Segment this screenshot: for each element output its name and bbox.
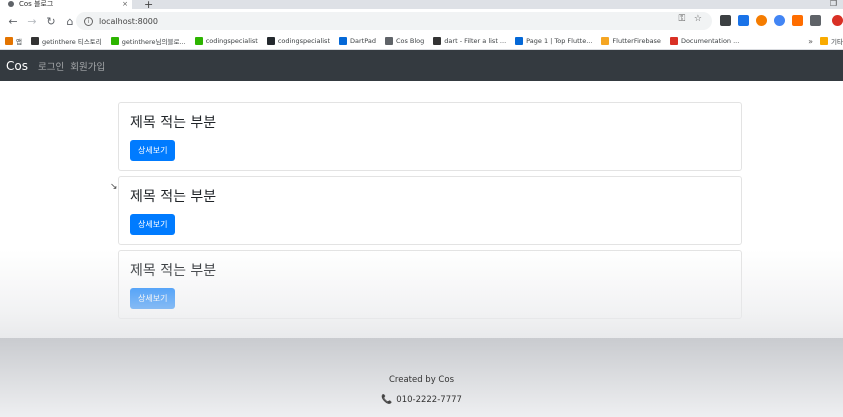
address-bar[interactable]: i localhost:8000 ⚿ ☆ [76,12,712,30]
bookmark-star-icon[interactable]: ☆ [694,14,702,24]
bookmark-item[interactable]: Documentation ... [669,37,740,45]
bookmark-item[interactable]: dart - Filter a list ... [433,37,506,45]
phone-icon: 📞 [381,395,393,405]
extension-icon[interactable] [792,15,803,26]
bookmark-label: 앱 [16,38,22,46]
bookmark-favicon-icon [515,37,524,45]
footer-credit: Created by Cos [388,375,455,385]
url-text[interactable]: localhost:8000 [99,17,158,26]
site-footer: Created by Cos 📞 010-2222-7777 [0,338,843,417]
bookmark-favicon-icon [433,37,442,45]
bookmark-item[interactable]: Cos Blog [384,37,425,45]
mouse-cursor-icon: ↘ [110,182,118,192]
detail-button[interactable]: 상세보기 [130,288,176,309]
bookmark-favicon-icon [194,37,203,45]
bookmark-label: DartPad [350,37,376,45]
bookmark-item[interactable]: codingspecialist [194,37,258,45]
bookmark-label: codingspecialist [277,37,330,45]
bookmark-item[interactable]: getinthere 티스토리 [30,36,102,46]
bookmark-label: getinthere 티스토리 [41,38,102,46]
forward-icon[interactable]: → [25,15,39,28]
bookmark-favicon-icon [110,37,119,45]
omnibox-actions: ⚿ ☆ [678,14,702,24]
nav-signup-link[interactable]: 회원가입 [70,59,105,73]
bookmark-item[interactable]: DartPad [339,37,376,45]
post-list: 제목 적는 부분 상세보기 제목 적는 부분 상세보기 제목 적는 부분 상세보… [118,102,742,324]
bookmarks-more-icon[interactable]: » [808,37,813,46]
other-bookmarks-label: 기타 [831,38,843,46]
info-icon[interactable]: i [84,16,93,26]
phone-number: 010-2222-7777 [396,395,462,405]
profile-avatar[interactable] [832,15,843,26]
post-card: 제목 적는 부분 상세보기 [118,250,742,319]
key-icon[interactable]: ⚿ [678,14,685,24]
bookmark-favicon-icon [30,37,39,45]
bookmark-favicon-icon [339,37,347,45]
detail-button[interactable]: 상세보기 [130,140,176,161]
extension-icon[interactable] [738,15,749,26]
site-navbar: Cos 로그인 회원가입 [0,50,843,81]
brand-logo[interactable]: Cos [6,59,28,73]
bookmark-label: Documentation ... [680,37,740,45]
browser-tabstrip: Cos 블로그 × + ❐ [0,0,843,11]
bookmark-item[interactable]: FlutterFirebase [601,37,661,45]
globe-icon [8,1,14,7]
detail-button[interactable]: 상세보기 [130,214,176,235]
post-title: 제목 적는 부분 [130,115,217,131]
other-bookmarks[interactable]: 기타 [820,36,843,46]
bookmark-label: FlutterFirebase [612,37,661,45]
bookmark-item[interactable]: 앱 [5,36,22,46]
bookmark-label: getinthere님의블로... [121,38,186,46]
bookmark-favicon-icon [266,37,275,45]
bookmark-item[interactable]: Page 1 | Top Flutte... [515,37,592,45]
extension-icon[interactable] [720,15,731,26]
tab-title: Cos 블로그 [19,0,54,8]
tab-close-icon[interactable]: × [122,0,128,9]
extension-icons [720,15,843,26]
bookmark-favicon-icon [5,37,13,45]
restore-window-icon[interactable]: ❐ [830,0,837,8]
bookmarks-bar: 앱 getinthere 티스토리 getinthere님의블로... codings… [0,33,843,50]
nav-login-link[interactable]: 로그인 [38,59,64,73]
bookmark-label: Page 1 | Top Flutte... [526,37,593,45]
bookmark-label: Cos Blog [395,37,425,45]
post-title: 제목 적는 부분 [130,263,217,279]
folder-icon [820,37,829,45]
back-icon[interactable]: ← [6,15,20,28]
post-card: 제목 적는 부분 상세보기 [118,102,742,171]
home-icon[interactable]: ⌂ [63,15,77,28]
bookmark-favicon-icon [601,37,610,45]
extension-icon[interactable] [756,15,767,26]
reload-icon[interactable]: ↻ [44,15,58,28]
post-title: 제목 적는 부분 [130,189,217,205]
extension-icon[interactable] [774,15,785,26]
bookmark-item[interactable]: codingspecialist [266,37,330,45]
post-card: 제목 적는 부분 상세보기 [118,176,742,245]
browser-toolbar: ← → ↻ ⌂ i localhost:8000 ⚿ ☆ [0,9,843,33]
bookmark-favicon-icon [384,37,393,45]
bookmark-item[interactable]: getinthere님의블로... [110,36,186,46]
extension-icon[interactable] [810,15,821,26]
bookmark-label: dart - Filter a list ... [444,37,507,45]
browser-tab[interactable]: Cos 블로그 × [0,0,132,9]
footer-phone: 📞 010-2222-7777 [0,395,843,405]
bookmark-favicon-icon [669,37,678,45]
bookmark-label: codingspecialist [205,37,258,45]
